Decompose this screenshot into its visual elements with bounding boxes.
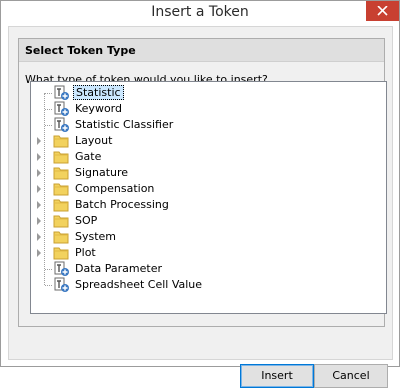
tree-item-system[interactable]: System	[31, 229, 231, 245]
window-title: Insert a Token	[151, 4, 249, 20]
folder-icon	[53, 165, 70, 181]
tree-item-label: Spreadsheet Cell Value	[75, 278, 203, 291]
tree-item-label: Signature	[75, 166, 129, 179]
expand-arrow-icon[interactable]	[37, 233, 41, 241]
token-icon	[53, 277, 70, 293]
folder-icon	[53, 197, 70, 213]
tree-item-layout[interactable]: Layout	[31, 133, 231, 149]
tree-item-label: Batch Processing	[75, 198, 169, 211]
folder-icon	[53, 149, 70, 165]
tree-item-statistic[interactable]: Statistic	[31, 85, 231, 101]
folder-icon	[53, 213, 70, 229]
close-button[interactable]	[366, 1, 399, 21]
expand-arrow-icon[interactable]	[37, 169, 41, 177]
cancel-button[interactable]: Cancel	[314, 364, 388, 388]
token-type-tree[interactable]: Statistic Keyword Statistic Classifier Layo…	[30, 81, 387, 314]
tree-item-label: Layout	[75, 134, 113, 147]
tree-item-signature[interactable]: Signature	[31, 165, 231, 181]
token-icon	[53, 85, 70, 101]
tree-item-batch-processing[interactable]: Batch Processing	[31, 197, 231, 213]
tree-item-label: SOP	[75, 214, 98, 227]
tree-item-label: Gate	[75, 150, 102, 163]
expand-arrow-icon[interactable]	[37, 153, 41, 161]
panel-header: Select Token Type	[19, 39, 384, 62]
tree-item-spreadsheet-cell-value[interactable]: Spreadsheet Cell Value	[31, 277, 231, 293]
tree-connector-branch	[45, 285, 52, 286]
tree-item-label: Keyword	[75, 102, 122, 115]
expand-arrow-icon[interactable]	[37, 137, 41, 145]
folder-icon	[53, 181, 70, 197]
folder-icon	[53, 133, 70, 149]
tree-item-statistic-classifier[interactable]: Statistic Classifier	[31, 117, 231, 133]
tree-item-plot[interactable]: Plot	[31, 245, 231, 261]
tree-item-label: Compensation	[75, 182, 155, 195]
tree-item-sop[interactable]: SOP	[31, 213, 231, 229]
panel-header-label: Select Token Type	[25, 44, 136, 57]
insert-token-dialog: Insert a Token Select Token Type What ty…	[0, 0, 400, 388]
insert-button[interactable]: Insert	[240, 364, 314, 388]
tree-item-data-parameter[interactable]: Data Parameter	[31, 261, 231, 277]
tree-connector-branch	[45, 269, 52, 270]
expand-arrow-icon[interactable]	[37, 185, 41, 193]
tree-item-label: Plot	[75, 246, 96, 259]
tree-item-gate[interactable]: Gate	[31, 149, 231, 165]
expand-arrow-icon[interactable]	[37, 217, 41, 225]
tree-connector-branch	[45, 109, 52, 110]
token-icon	[53, 261, 70, 277]
title-bar: Insert a Token	[1, 1, 399, 26]
folder-icon	[53, 229, 70, 245]
tree-item-label: Statistic	[73, 85, 124, 100]
token-icon	[53, 117, 70, 133]
token-icon	[53, 101, 70, 117]
tree-item-keyword[interactable]: Keyword	[31, 101, 231, 117]
tree-item-label: System	[75, 230, 117, 243]
close-icon	[377, 6, 388, 16]
expand-arrow-icon[interactable]	[37, 201, 41, 209]
folder-icon	[53, 245, 70, 261]
tree-item-compensation[interactable]: Compensation	[31, 181, 231, 197]
expand-arrow-icon[interactable]	[37, 249, 41, 257]
dialog-body: Select Token Type What type of token wou…	[8, 26, 393, 388]
tree-connector-branch	[45, 125, 52, 126]
tree-connector-branch	[45, 93, 52, 94]
tree-item-label: Statistic Classifier	[75, 118, 174, 131]
tree-item-label: Data Parameter	[75, 262, 162, 275]
